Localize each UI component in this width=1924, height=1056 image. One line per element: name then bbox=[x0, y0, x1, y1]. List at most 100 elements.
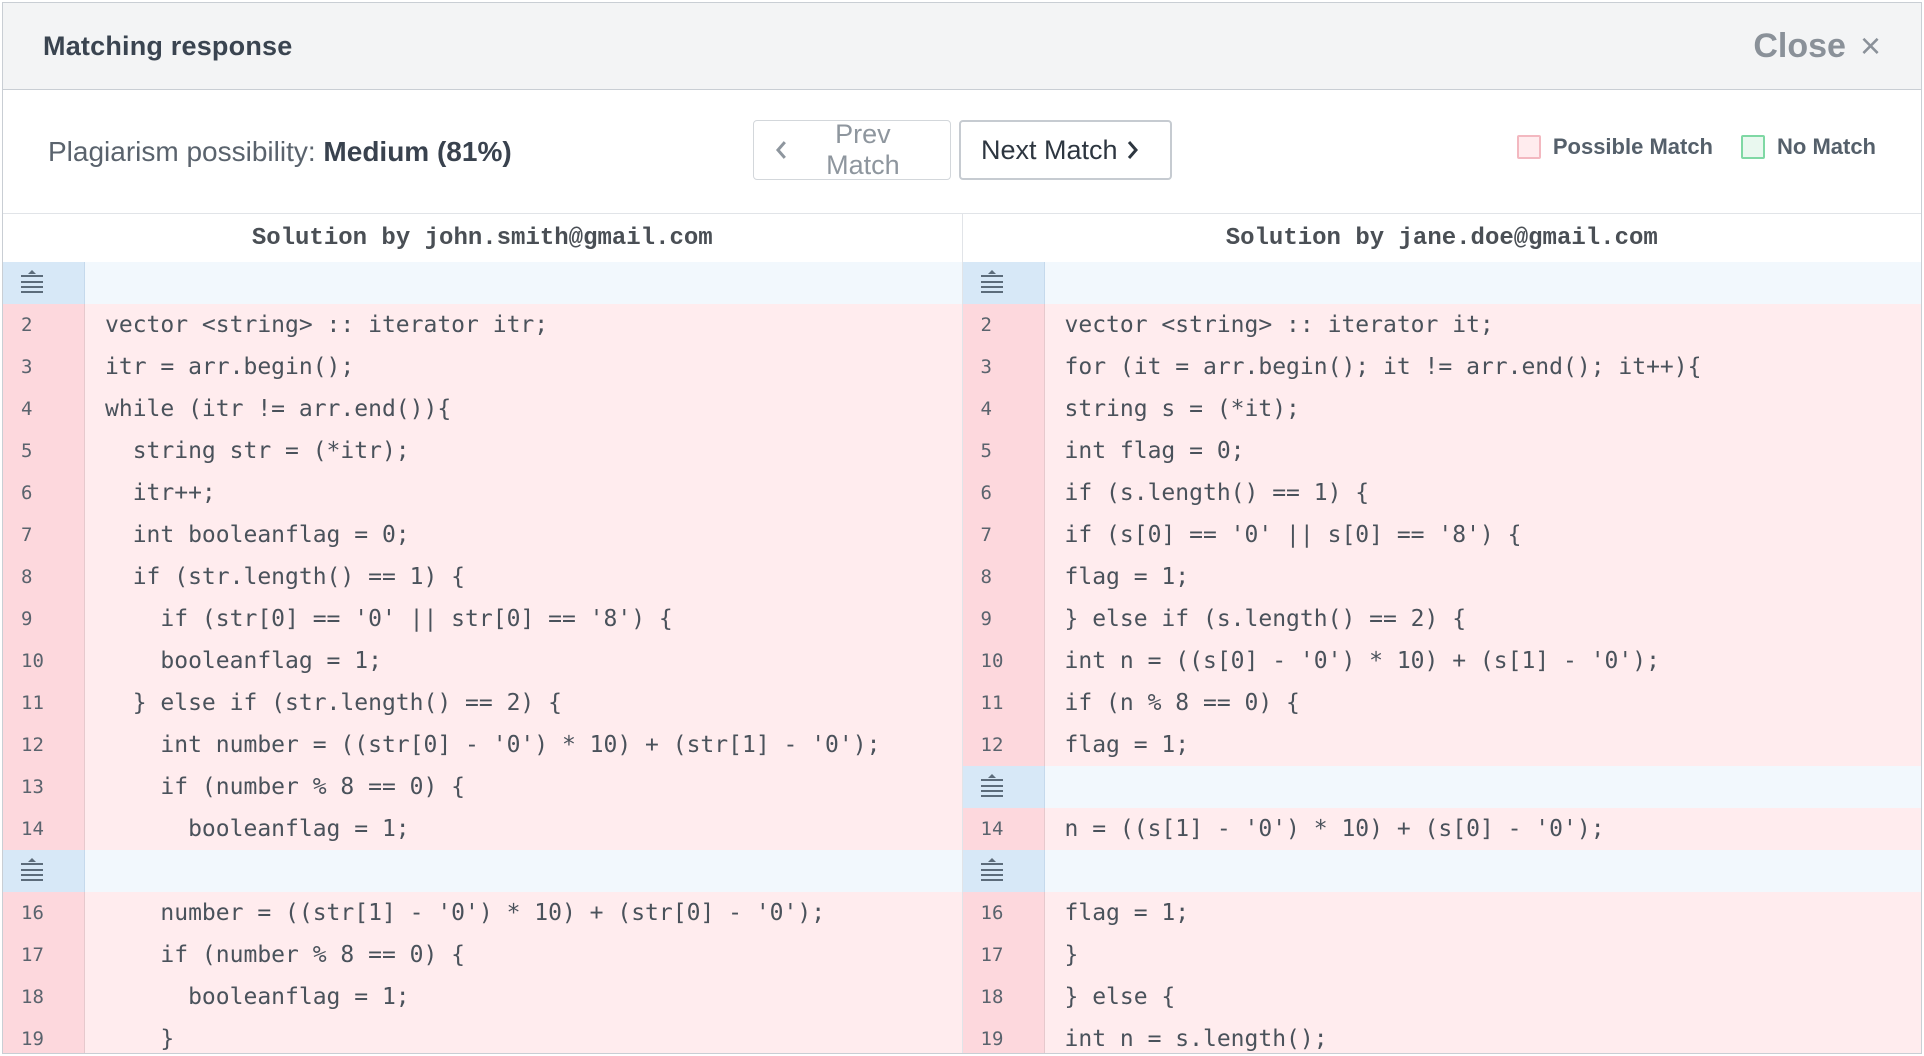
chevron-left-icon bbox=[775, 141, 786, 159]
code-text: int n = s.length(); bbox=[1044, 1018, 1921, 1053]
modal-title: Matching response bbox=[43, 30, 293, 61]
right-solution-pane[interactable]: Solution by jane.doe@gmail.com 2 vector <… bbox=[962, 214, 1921, 1053]
expand-fold-row[interactable] bbox=[962, 262, 1921, 304]
line-number: 3 bbox=[962, 346, 1045, 388]
next-match-label: Next Match bbox=[981, 134, 1118, 165]
code-line: 3 for (it = arr.begin(); it != arr.end();… bbox=[962, 346, 1921, 388]
code-text: flag = 1; bbox=[1044, 556, 1921, 598]
code-text: booleanflag = 1; bbox=[85, 976, 962, 1018]
code-line: 18} else { bbox=[962, 976, 1921, 1018]
code-text: while (itr != arr.end()){ bbox=[85, 388, 962, 430]
matching-response-modal: Matching response Close × Plagiarism pos… bbox=[2, 2, 1922, 1054]
left-solution-pane[interactable]: Solution by john.smith@gmail.com 2 vector… bbox=[3, 214, 963, 1053]
match-navigation: Prev Match Next Match bbox=[753, 119, 1172, 180]
code-line: 19 } bbox=[3, 1018, 962, 1053]
prev-match-button[interactable]: Prev Match bbox=[753, 119, 951, 180]
line-number: 19 bbox=[962, 1018, 1045, 1053]
line-number: 17 bbox=[3, 934, 85, 976]
code-text: for (it = arr.begin(); it != arr.end(); … bbox=[1044, 346, 1921, 388]
code-line: 19 int n = s.length(); bbox=[962, 1018, 1921, 1053]
modal-header: Matching response Close × bbox=[3, 3, 1921, 90]
code-line: 14 booleanflag = 1; bbox=[3, 808, 962, 850]
code-text: flag = 1; bbox=[1044, 892, 1921, 934]
code-text: booleanflag = 1; bbox=[85, 808, 962, 850]
code-text: if (number % 8 == 0) { bbox=[85, 934, 962, 976]
code-line: 17} bbox=[962, 934, 1921, 976]
line-number: 8 bbox=[962, 556, 1045, 598]
line-number: 5 bbox=[3, 430, 85, 472]
legend-possible-match: Possible Match bbox=[1516, 134, 1713, 160]
code-line: 6 if (s.length() == 1) { bbox=[962, 472, 1921, 514]
fold-gutter bbox=[3, 262, 85, 304]
expand-lines-icon[interactable] bbox=[980, 858, 1003, 882]
code-line: 7 if (s[0] == '0' || s[0] == '8') { bbox=[962, 514, 1921, 556]
code-text: if (s[0] == '0' || s[0] == '8') { bbox=[1044, 514, 1921, 556]
expand-lines-icon[interactable] bbox=[21, 270, 43, 294]
fold-spacer bbox=[1044, 262, 1921, 304]
line-number: 7 bbox=[3, 514, 85, 556]
line-number: 14 bbox=[962, 808, 1045, 850]
line-number: 13 bbox=[3, 766, 85, 808]
possible-match-swatch bbox=[1516, 135, 1541, 159]
code-line: 16 flag = 1; bbox=[962, 892, 1921, 934]
code-line: 16 number = ((str[1] - '0') * 10) + (str… bbox=[3, 892, 962, 934]
close-icon: × bbox=[1859, 25, 1881, 66]
code-text: if (str[0] == '0' || str[0] == '8') { bbox=[85, 598, 962, 640]
line-number: 18 bbox=[3, 976, 85, 1018]
code-text: string str = (*itr); bbox=[85, 430, 962, 472]
legend-no-match-label: No Match bbox=[1777, 134, 1876, 159]
prev-match-label: Prev Match bbox=[826, 119, 900, 180]
line-number: 14 bbox=[3, 808, 85, 850]
code-text: if (n % 8 == 0) { bbox=[1044, 682, 1921, 724]
code-line: 3 itr = arr.begin(); bbox=[3, 346, 962, 388]
line-number: 2 bbox=[3, 304, 85, 346]
code-line: 5 string str = (*itr); bbox=[3, 430, 962, 472]
expand-lines-icon[interactable] bbox=[21, 858, 43, 882]
match-toolbar: Plagiarism possibility: Medium (81%) Pre… bbox=[3, 90, 1921, 214]
code-line: 11 if (n % 8 == 0) { bbox=[962, 682, 1921, 724]
code-line: 12 flag = 1; bbox=[962, 724, 1921, 766]
expand-fold-row[interactable] bbox=[962, 766, 1921, 808]
code-text: n = ((s[1] - '0') * 10) + (s[0] - '0'); bbox=[1044, 808, 1921, 850]
line-number: 10 bbox=[962, 640, 1045, 682]
code-text: vector <string> :: iterator itr; bbox=[85, 304, 962, 346]
legend-no-match: No Match bbox=[1741, 134, 1876, 160]
expand-lines-icon[interactable] bbox=[980, 270, 1003, 294]
line-number: 3 bbox=[3, 346, 85, 388]
right-code-rows: 2 vector <string> :: iterator it; 3 for (it… bbox=[962, 262, 1921, 1053]
code-line: 2 vector <string> :: iterator it; bbox=[962, 304, 1921, 346]
code-text: int flag = 0; bbox=[1044, 430, 1921, 472]
line-number: 9 bbox=[962, 598, 1045, 640]
expand-fold-row[interactable] bbox=[3, 850, 962, 892]
code-text: } else if (s.length() == 2) { bbox=[1044, 598, 1921, 640]
line-number: 6 bbox=[3, 472, 85, 514]
solution-panes: Solution by john.smith@gmail.com 2 vector… bbox=[3, 214, 1921, 1053]
code-text: } bbox=[85, 1018, 962, 1053]
expand-fold-row[interactable] bbox=[3, 262, 962, 304]
line-number: 19 bbox=[3, 1018, 85, 1053]
next-match-button[interactable]: Next Match bbox=[959, 120, 1172, 180]
code-line: 14 n = ((s[1] - '0') * 10) + (s[0] - '0')… bbox=[962, 808, 1921, 850]
legend-possible-match-label: Possible Match bbox=[1552, 134, 1713, 159]
code-text: int n = ((s[0] - '0') * 10) + (s[1] - '0… bbox=[1044, 640, 1921, 682]
code-line: 10 int n = ((s[0] - '0') * 10) + (s[1] - … bbox=[962, 640, 1921, 682]
right-solution-title: Solution by jane.doe@gmail.com bbox=[1225, 224, 1658, 252]
code-line: 17 if (number % 8 == 0) { bbox=[3, 934, 962, 976]
line-number: 9 bbox=[3, 598, 85, 640]
code-line: 4 while (itr != arr.end()){ bbox=[3, 388, 962, 430]
left-code-rows: 2 vector <string> :: iterator itr; 3 itr = … bbox=[3, 262, 962, 1053]
plagiarism-possibility: Plagiarism possibility: Medium (81%) bbox=[48, 136, 512, 168]
line-number: 16 bbox=[962, 892, 1045, 934]
left-solution-title: Solution by john.smith@gmail.com bbox=[251, 224, 713, 252]
expand-lines-icon[interactable] bbox=[980, 774, 1003, 798]
line-number: 17 bbox=[962, 934, 1045, 976]
code-line: 9} else if (s.length() == 2) { bbox=[962, 598, 1921, 640]
code-text: itr++; bbox=[85, 472, 962, 514]
code-text: if (str.length() == 1) { bbox=[85, 556, 962, 598]
fold-spacer bbox=[1044, 850, 1921, 892]
close-button[interactable]: Close × bbox=[1753, 25, 1881, 67]
line-number: 4 bbox=[962, 388, 1045, 430]
code-line: 4 string s = (*it); bbox=[962, 388, 1921, 430]
expand-fold-row[interactable] bbox=[962, 850, 1921, 892]
plagiarism-value: Medium (81%) bbox=[323, 135, 512, 167]
